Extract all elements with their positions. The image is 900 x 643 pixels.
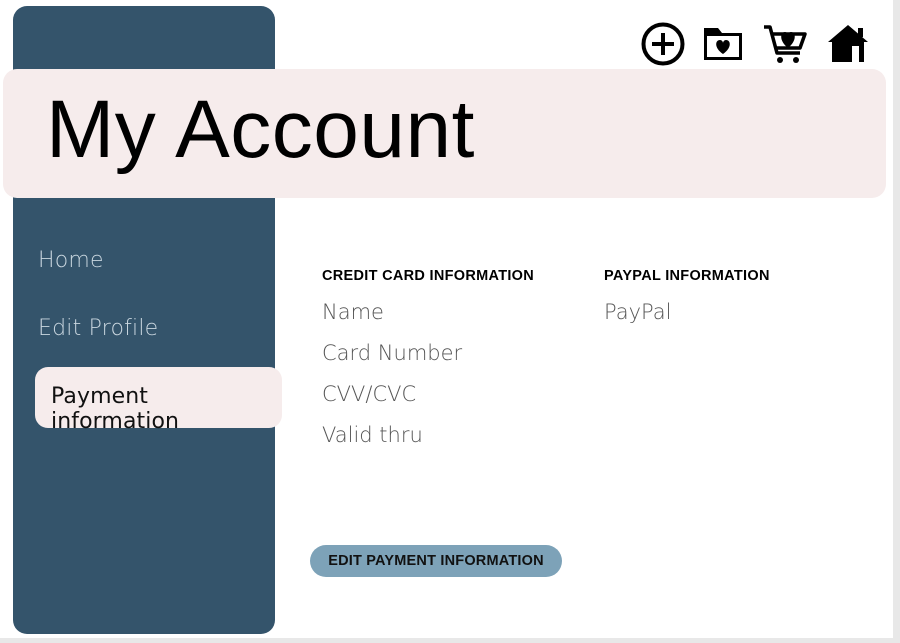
sidebar-item-edit-profile[interactable]: Edit Profile <box>38 316 158 341</box>
home-icon[interactable] <box>825 22 871 66</box>
add-circle-icon[interactable] <box>640 22 686 66</box>
window-edge-right <box>893 0 900 643</box>
paypal-field: PayPal <box>604 300 672 324</box>
sidebar-item-payment-information[interactable]: Payment information <box>35 367 282 434</box>
paypal-heading: PAYPAL INFORMATION <box>604 268 770 284</box>
card-number-field: Card Number <box>322 341 463 365</box>
sidebar-item-home[interactable]: Home <box>38 248 104 273</box>
card-name-field: Name <box>322 300 384 324</box>
page-title: My Account <box>46 84 475 175</box>
window-edge-bottom <box>0 638 900 643</box>
credit-card-heading: CREDIT CARD INFORMATION <box>322 268 535 284</box>
card-cvv-field: CVV/CVC <box>322 382 417 406</box>
favorites-folder-icon[interactable] <box>700 22 746 66</box>
sidebar-item-label: Payment information <box>51 384 180 434</box>
page-title-banner: My Account <box>3 69 886 198</box>
card-valid-thru-field: Valid thru <box>322 423 423 447</box>
edit-payment-information-button[interactable]: EDIT PAYMENT INFORMATION <box>310 545 562 577</box>
cart-heart-icon[interactable] <box>762 22 808 66</box>
